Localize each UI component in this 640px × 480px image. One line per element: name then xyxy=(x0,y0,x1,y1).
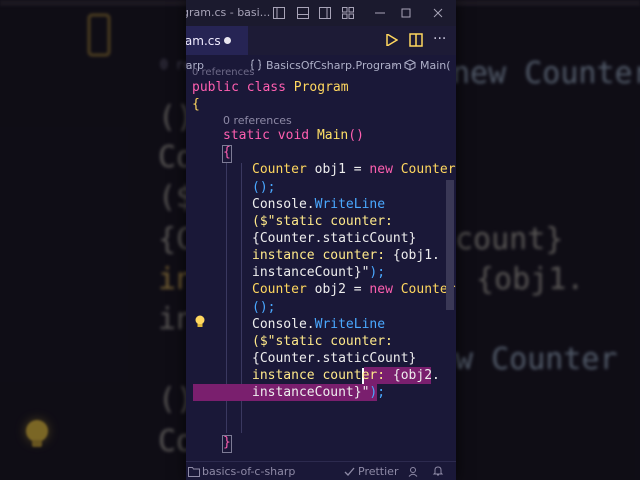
customize-layout-icon[interactable] xyxy=(342,7,354,19)
close-icon[interactable] xyxy=(432,7,444,19)
status-workspace[interactable]: basics-of-c-sharp xyxy=(202,465,295,478)
notifications-bell-icon[interactable] xyxy=(432,465,444,477)
tab-label: ram.cs xyxy=(186,34,221,48)
code-line-class: public class Program xyxy=(192,80,349,95)
code-line-10: Console.WriteLine xyxy=(252,317,386,332)
title-bar: gram.cs - basi... xyxy=(186,0,456,26)
code-line-4: ($"static counter: xyxy=(252,214,401,229)
tab-program-cs[interactable]: ram.cs xyxy=(186,26,248,55)
editor-scrollbar[interactable] xyxy=(446,180,454,310)
code-line-2: (); xyxy=(252,180,276,195)
code-line-3: Console.WriteLine xyxy=(252,197,386,212)
code-line-13: instance counter: {obj2. xyxy=(252,368,440,383)
code-line-main: static void Main() xyxy=(223,128,364,143)
window-title: gram.cs - basi... xyxy=(186,6,271,19)
layout-panel-icon[interactable] xyxy=(297,7,309,19)
code-line-open-brace: { xyxy=(192,97,200,112)
code-line-main-close: } xyxy=(223,435,231,450)
layout-sidebar-icon[interactable] xyxy=(273,7,285,19)
minimize-icon[interactable] xyxy=(374,7,386,19)
more-actions-icon[interactable]: ··· xyxy=(433,31,446,47)
method-cube-icon xyxy=(404,59,416,71)
code-line-12: {Counter.staticCount} xyxy=(252,351,417,366)
code-line-9: (); xyxy=(252,300,276,315)
prettier-check-icon xyxy=(344,467,355,476)
code-line-14: instanceCount}"); xyxy=(252,385,386,400)
codelens-main[interactable]: 0 references xyxy=(223,114,292,127)
code-line-main-open: { xyxy=(223,145,231,160)
editor-window: gram.cs - basi... ram.cs ··· › BasicsOfC… xyxy=(186,0,456,480)
code-line-6: instance counter: {obj1. xyxy=(252,248,440,263)
codelens-class[interactable]: 0 references xyxy=(192,67,255,78)
lightbulb-icon[interactable] xyxy=(194,315,206,329)
status-prettier[interactable]: Prettier xyxy=(358,465,398,478)
accounts-icon[interactable] xyxy=(408,466,420,477)
breadcrumb-item-class[interactable]: BasicsOfCsharp.Program xyxy=(266,59,402,72)
code-line-8: Counter obj2 = new Counter xyxy=(252,282,456,297)
maximize-icon[interactable] xyxy=(400,7,412,19)
folder-icon xyxy=(188,467,200,477)
status-bar: basics-of-c-sharp Prettier xyxy=(186,461,456,480)
chevron-right-icon: › xyxy=(392,58,397,71)
split-editor-icon[interactable] xyxy=(409,33,423,47)
code-line-7: instanceCount}"); xyxy=(252,265,386,280)
breadcrumb-item-method[interactable]: Main( xyxy=(420,59,451,72)
run-icon[interactable] xyxy=(386,34,398,46)
code-line-11: ($"static counter: xyxy=(252,334,401,349)
code-line-1: Counter obj1 = new Counter xyxy=(252,162,456,177)
layout-secondary-icon[interactable] xyxy=(319,7,331,19)
unsaved-dot-icon[interactable] xyxy=(224,37,231,44)
code-line-5: {Counter.staticCount} xyxy=(252,231,417,246)
